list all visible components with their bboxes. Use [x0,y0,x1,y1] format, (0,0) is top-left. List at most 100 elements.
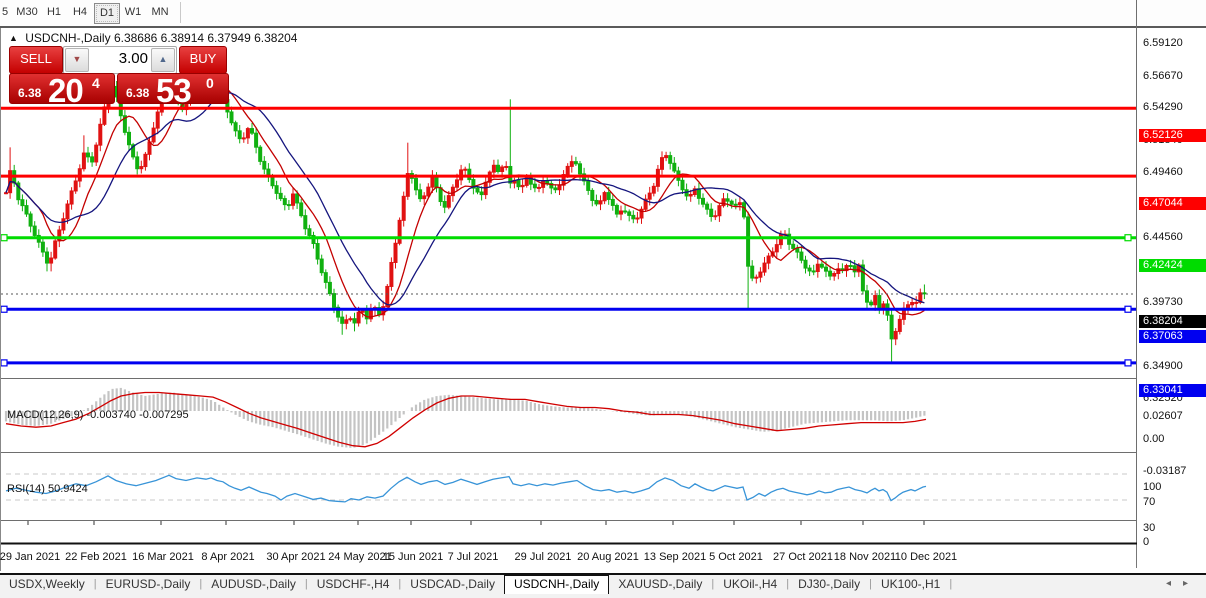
candle [569,155,574,173]
candle [8,147,13,199]
candle [692,185,697,197]
candle [344,314,349,330]
price-badge-6.47044: 6.47044 [1139,197,1206,210]
sell-price-point: 4 [92,75,100,91]
sell-price-pips: 20 [48,73,84,104]
candle [40,239,45,257]
tab-separator: | [949,578,953,590]
line-handle[interactable] [1124,359,1132,367]
candle [94,142,99,166]
candle [635,211,640,224]
tab-dj30-daily[interactable]: DJ30-,Daily [789,575,869,594]
candle [397,217,402,246]
tab-uk100-h1[interactable]: UK100-,H1 [872,575,949,594]
volume-increase-button[interactable]: ▲ [151,48,175,72]
tab-ukoil-h4[interactable]: UKOil-,H4 [714,575,786,594]
bottom-strip [0,594,1206,598]
candle [762,256,767,276]
buy-price-point: 0 [206,75,214,91]
line-handle[interactable] [1124,234,1132,242]
candle [336,304,341,322]
buy-button[interactable]: BUY [179,46,227,74]
tab-usdcnh-daily-active[interactable]: USDCNH-,Daily [503,575,610,595]
candle [672,157,677,174]
tab-usdcad-daily[interactable]: USDCAD-,Daily [401,575,504,594]
price-badge-6.38204: 6.38204 [1139,315,1206,328]
tab-scroll-right-icon: ▸ [1182,578,1200,589]
tab-usdchf-h4[interactable]: USDCHF-,H4 [308,575,399,594]
macd-axis-label: 0.02607 [1143,410,1183,422]
volume-decrease-button[interactable]: ▼ [65,48,89,72]
candle [311,231,316,249]
candle [709,203,714,222]
collapse-triangle-icon[interactable]: ▲ [9,33,18,43]
candle [45,247,49,272]
candle [750,260,755,282]
candle [594,194,599,207]
tab-separator: | [199,578,203,590]
candle [254,127,259,154]
candle [922,284,927,300]
line-handle[interactable] [1,305,8,313]
candle [516,175,521,191]
candle [323,269,328,289]
candle [598,195,603,211]
candle [586,175,591,195]
candle [368,303,373,323]
rsi-axis-label: 100 [1143,481,1162,493]
tab-audusd-daily[interactable]: AUDUSD-,Daily [202,575,305,594]
sell-price-box[interactable]: 6.38 20 4 [9,73,115,104]
candle [49,251,54,272]
candle [766,252,771,270]
candle [274,180,279,200]
candle [389,257,394,291]
candle [795,244,800,259]
candle [737,196,742,211]
candle [418,183,423,202]
candle [487,170,492,187]
price-tick-label: 6.56670 [1143,70,1183,82]
candle [623,205,628,214]
candle [717,203,722,222]
tab-eurusd-daily[interactable]: EURUSD-,Daily [97,575,200,594]
candle [520,179,525,193]
candle [155,109,160,135]
tab-scroll-arrows[interactable]: ◂▸ [1166,578,1200,589]
buy-price-box[interactable]: 6.38 53 0 [117,73,229,104]
buy-price-prefix: 6.38 [126,86,150,100]
line-handle[interactable] [1,359,8,367]
tab-scroll-left-icon: ◂ [1165,578,1183,589]
candle [122,110,127,136]
candle [143,151,148,171]
candle [668,151,673,170]
candle [282,195,287,211]
line-handle[interactable] [1124,305,1132,313]
candle [537,183,541,193]
candle [680,176,685,195]
candle [696,182,701,205]
chart-window[interactable]: ▲ USDCNH-,Daily 6.38686 6.38914 6.37949 … [0,0,1206,571]
sell-button[interactable]: SELL [9,46,63,74]
candle [906,300,910,314]
candle [733,198,738,210]
candle [602,190,607,205]
candle [729,199,734,209]
line-handle[interactable] [1,234,8,242]
candle [303,209,308,235]
tab-xauusd-daily[interactable]: XAUUSD-,Daily [609,575,711,594]
candle [754,274,759,284]
candle [619,205,623,221]
candle [914,296,919,309]
candle [237,125,242,144]
tab-usdx-weekly[interactable]: USDX,Weekly [0,575,94,594]
candle [721,193,726,208]
candle [590,188,595,207]
candle [393,237,398,269]
price-axis[interactable]: 6.591206.566706.542906.518406.494606.445… [1136,28,1206,568]
price-tick-label: 6.54290 [1143,101,1183,113]
chart-title: ▲ USDCNH-,Daily 6.38686 6.38914 6.37949 … [9,31,297,45]
candle [28,211,33,233]
volume-input[interactable]: 3.00 [90,49,148,69]
chart-symbol-label: USDCNH-,Daily [25,31,111,45]
candle [504,161,509,171]
